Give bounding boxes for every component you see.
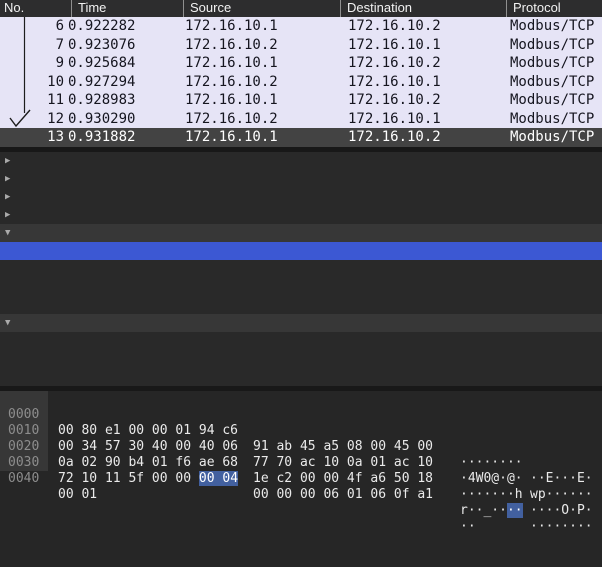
ascii-bytes[interactable]: wp······ [530, 487, 593, 503]
expand-arrow-icon[interactable]: ▶ [5, 152, 21, 170]
selected-bytes: 00 04 [198, 471, 239, 486]
packet-destination: 172.16.10.1 [348, 73, 441, 90]
packet-source: 172.16.10.1 [185, 18, 278, 34]
packet-source: 172.16.10.2 [185, 110, 278, 127]
hex-bytes[interactable]: 72 10 11 5f 00 00 00 04 [58, 471, 239, 487]
packet-source: 172.16.10.1 [185, 92, 278, 109]
packet-protocol: Modbus/TCP [510, 92, 595, 109]
detail-row-protocol-identifier[interactable]: Protocol Identifier: 0 [0, 260, 602, 278]
packet-list-header: No. Time Source Destination Protocol [0, 0, 602, 17]
hex-row[interactable]: 0020 0a 02 90 b4 01 f6 ae 68 1e c2 00 00… [0, 423, 602, 518]
detail-row-frame[interactable]: ▶ Frame 13: 66 bytes on wire (528 bits),… [0, 152, 602, 170]
column-header-time[interactable]: Time [71, 0, 106, 17]
packet-row-selected[interactable]: 13 0.931882 172.16.10.1 172.16.10.2 Modb… [0, 128, 602, 147]
ascii-bytes[interactable]: ··E···E· [530, 471, 593, 487]
packet-no: 12 [47, 110, 64, 127]
hex-row[interactable]: 0000 00 80 e1 00 00 01 94 c6 91 ab 45 a5… [0, 391, 602, 486]
column-header-source[interactable]: Source [183, 0, 231, 17]
packet-destination: 172.16.10.2 [348, 55, 441, 72]
ascii-bytes[interactable]: ····O·P· [530, 503, 593, 519]
expand-arrow-icon[interactable]: ▶ [5, 188, 21, 206]
ascii-bytes[interactable]: r··_···· [460, 503, 523, 519]
packet-time: 0.930290 [68, 110, 136, 127]
detail-row-ethernet[interactable]: ▶ Ethernet II, Src: EliteGro_ab:45:a5 (9… [0, 170, 602, 188]
packet-details-pane: ▶ Frame 13: 66 bytes on wire (528 bits),… [0, 152, 602, 386]
detail-row-reference-number[interactable]: Reference Number: 4001 [0, 350, 602, 368]
column-header-protocol[interactable]: Protocol [506, 0, 561, 17]
packet-no: 7 [55, 36, 64, 53]
packet-protocol: Modbus/TCP [510, 73, 595, 90]
packet-row[interactable]: 9 0.925684 172.16.10.1 172.16.10.2 Modbu… [0, 54, 602, 73]
packet-protocol: Modbus/TCP [510, 36, 595, 53]
packet-destination: 172.16.10.2 [348, 18, 441, 34]
hex-row[interactable]: 0010 00 34 57 30 40 00 40 06 77 70 ac 10… [0, 407, 602, 502]
packet-destination: 172.16.10.2 [348, 92, 441, 109]
packet-row[interactable]: 6 0.922282 172.16.10.1 172.16.10.2 Modbu… [0, 17, 602, 36]
hex-dump-pane: 0000 00 80 e1 00 00 01 94 c6 91 ab 45 a5… [0, 391, 602, 534]
collapse-arrow-icon[interactable]: ▼ [5, 314, 21, 332]
packet-source: 172.16.10.1 [185, 129, 278, 146]
wireshark-capture-window: { "colors": { "selection_blue": "#3c58d3… [0, 0, 602, 534]
hex-bytes[interactable]: 1e c2 00 00 4f a6 50 18 [253, 471, 433, 487]
packet-destination: 172.16.10.2 [348, 129, 441, 146]
packet-protocol: Modbus/TCP [510, 129, 595, 146]
packet-no: 10 [47, 73, 64, 90]
column-header-destination[interactable]: Destination [340, 0, 412, 17]
detail-row-function-code[interactable]: .000 0110 = Function Code: Write Single … [0, 332, 602, 350]
ascii-bytes[interactable]: ·······h [460, 487, 523, 503]
packet-row[interactable]: 7 0.923076 172.16.10.2 172.16.10.1 Modbu… [0, 36, 602, 55]
hex-row[interactable]: 0040 00 01 ·· [0, 455, 602, 534]
packet-source: 172.16.10.2 [185, 36, 278, 53]
packet-source: 172.16.10.1 [185, 55, 278, 72]
collapse-arrow-icon[interactable]: ▼ [5, 224, 21, 242]
packet-protocol: Modbus/TCP [510, 110, 595, 127]
packet-no: 9 [55, 55, 64, 72]
ascii-bytes[interactable]: ········ [530, 519, 593, 535]
detail-row-ip[interactable]: ▶ Internet Protocol Version 4, Src: 172.… [0, 188, 602, 206]
detail-row-data[interactable]: Data: 0001 [0, 368, 602, 386]
selected-ascii: ·· [506, 503, 523, 518]
packet-no: 11 [47, 92, 64, 109]
packet-row[interactable]: 11 0.928983 172.16.10.1 172.16.10.2 Modb… [0, 91, 602, 110]
ascii-bytes[interactable]: ·4W0@·@· [460, 471, 523, 487]
expand-arrow-icon[interactable]: ▶ [5, 170, 21, 188]
expand-arrow-icon[interactable]: ▶ [5, 206, 21, 224]
packet-protocol: Modbus/TCP [510, 55, 595, 72]
ascii-bytes[interactable]: ·· [460, 519, 476, 535]
packet-time: 0.928983 [68, 92, 136, 109]
column-header-no[interactable]: No. [4, 0, 24, 17]
packet-time: 0.922282 [68, 18, 136, 34]
packet-time: 0.927294 [68, 73, 136, 90]
packet-time: 0.931882 [68, 129, 136, 146]
packet-time: 0.923076 [68, 36, 136, 53]
detail-row-transaction-identifier-selected[interactable]: Transaction Identifier: 4 [0, 242, 602, 260]
detail-row-modbus-tcp[interactable]: ▼ Modbus/TCP [0, 224, 602, 242]
packet-destination: 172.16.10.1 [348, 110, 441, 127]
hex-row[interactable]: 0030 72 10 11 5f 00 00 00 04 00 00 00 06… [0, 439, 602, 534]
hex-offset: 0040 [8, 471, 40, 486]
detail-row-modbus[interactable]: ▼ Modbus [0, 314, 602, 332]
hex-bytes[interactable]: 00 00 00 06 01 06 0f a1 [253, 487, 433, 503]
packet-protocol: Modbus/TCP [510, 18, 595, 34]
packet-source: 172.16.10.2 [185, 73, 278, 90]
hex-bytes[interactable]: 00 01 [58, 487, 97, 503]
detail-row-length[interactable]: Length: 6 [0, 278, 602, 296]
packet-rows: 6 0.922282 172.16.10.1 172.16.10.2 Modbu… [0, 17, 602, 147]
packet-destination: 172.16.10.1 [348, 36, 441, 53]
packet-row[interactable]: 12 0.930290 172.16.10.2 172.16.10.1 Modb… [0, 110, 602, 129]
packet-time: 0.925684 [68, 55, 136, 72]
packet-list-pane: No. Time Source Destination Protocol 6 0… [0, 0, 602, 147]
packet-row[interactable]: 10 0.927294 172.16.10.2 172.16.10.1 Modb… [0, 73, 602, 92]
detail-row-unit-identifier[interactable]: Unit Identifier: 1 [0, 296, 602, 314]
packet-no: 13 [47, 129, 64, 146]
packet-no: 6 [55, 18, 64, 34]
detail-row-tcp[interactable]: ▶ Transmission Control Protocol, Src Por… [0, 206, 602, 224]
